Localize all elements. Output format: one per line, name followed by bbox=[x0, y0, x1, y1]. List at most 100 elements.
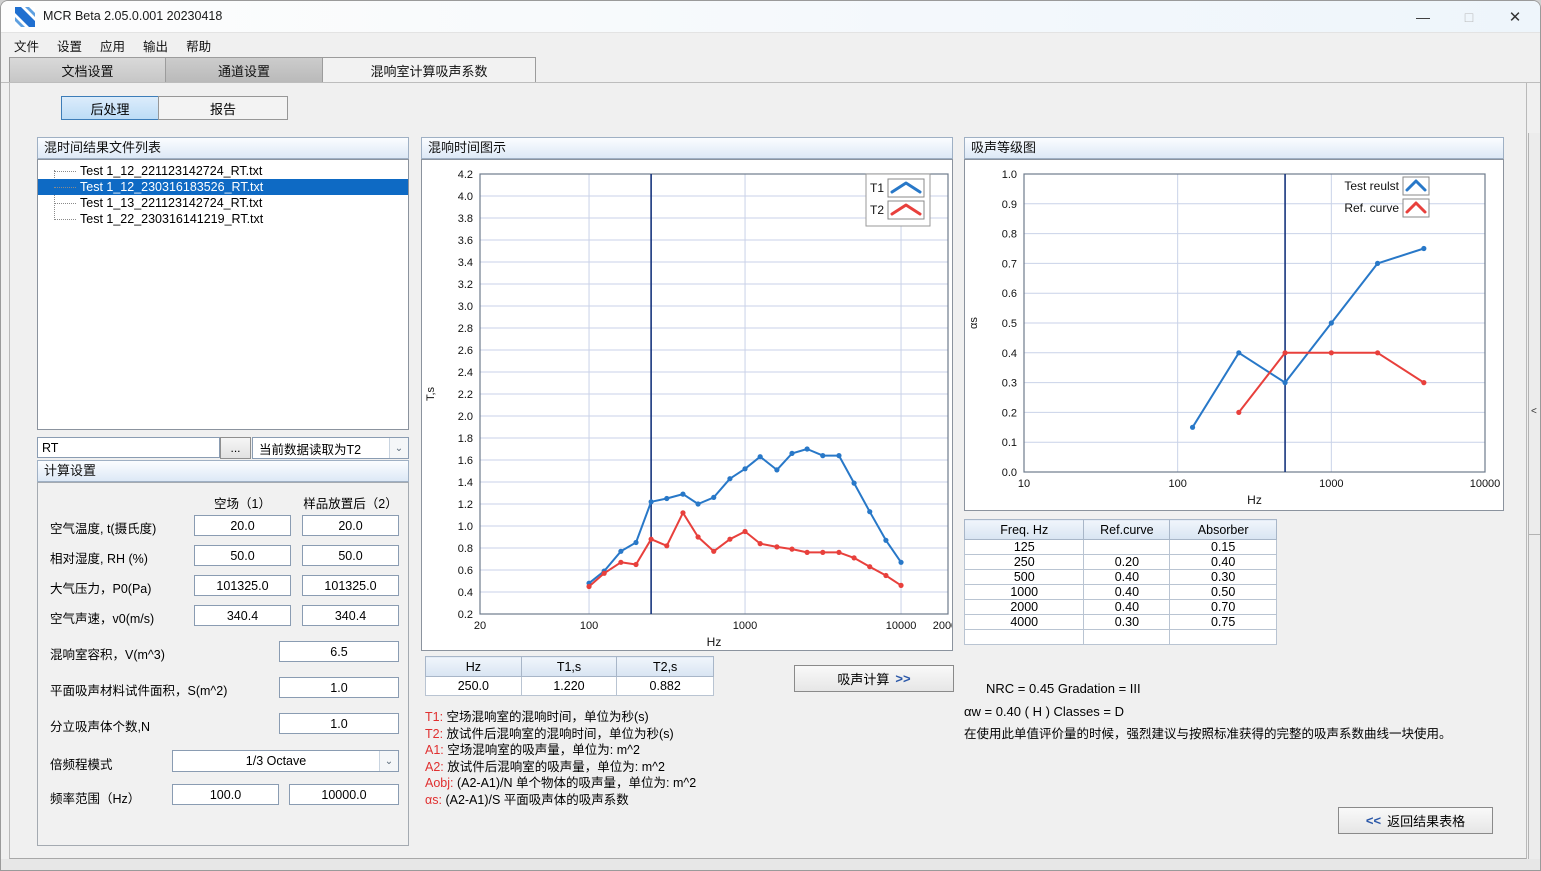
browse-button[interactable]: ... bbox=[220, 437, 251, 459]
close-button[interactable]: ✕ bbox=[1492, 1, 1538, 33]
chevron-down-icon: ⌄ bbox=[379, 751, 398, 771]
svg-text:1.6: 1.6 bbox=[458, 455, 473, 467]
chevron-down-icon: ⌄ bbox=[389, 438, 408, 458]
table-row[interactable]: 40000.300.75 bbox=[965, 615, 1277, 630]
svg-text:0.3: 0.3 bbox=[1002, 378, 1017, 390]
menu-application[interactable]: 应用 bbox=[91, 33, 134, 58]
svg-text:2.6: 2.6 bbox=[458, 345, 473, 357]
main-tabs: 文档设置通道设置混响室计算吸声系数 bbox=[9, 57, 536, 83]
svg-text:20000: 20000 bbox=[933, 620, 952, 632]
svg-text:4.2: 4.2 bbox=[458, 169, 473, 181]
table-cell: 0.40 bbox=[1084, 600, 1170, 615]
calc-input-empty-room[interactable] bbox=[194, 545, 291, 566]
side-panel-strip: < bbox=[1528, 133, 1541, 859]
calc-row-label: 分立吸声体个数,N bbox=[50, 716, 150, 735]
svg-text:T1: T1 bbox=[870, 181, 884, 195]
menu-file[interactable]: 文件 bbox=[5, 33, 48, 58]
svg-text:Test reulst: Test reulst bbox=[1344, 179, 1399, 193]
svg-text:10000: 10000 bbox=[886, 620, 917, 632]
calc-input-with-sample[interactable] bbox=[302, 515, 399, 536]
app-window: MCR Beta 2.05.0.001 20230418 — □ ✕ 文件设置应… bbox=[0, 0, 1541, 871]
svg-text:1.0: 1.0 bbox=[1002, 169, 1017, 181]
table-row[interactable]: 20000.400.70 bbox=[965, 600, 1277, 615]
calc-settings-header: 计算设置 bbox=[37, 460, 409, 482]
svg-text:Hz: Hz bbox=[707, 635, 722, 649]
svg-text:0.4: 0.4 bbox=[458, 587, 473, 599]
note-key: αs: bbox=[425, 793, 445, 807]
app-logo-icon bbox=[15, 7, 35, 27]
svg-text:3.6: 3.6 bbox=[458, 235, 473, 247]
tab-channel-settings[interactable]: 通道设置 bbox=[166, 57, 323, 83]
calc-input-with-sample[interactable] bbox=[302, 545, 399, 566]
freq-min-input[interactable] bbox=[172, 784, 279, 805]
table-cell bbox=[1084, 630, 1170, 645]
calc-input-empty-room[interactable] bbox=[194, 575, 291, 596]
table-row[interactable]: 10000.400.50 bbox=[965, 585, 1277, 600]
window-bottom-edge bbox=[1, 859, 1541, 871]
table-row[interactable]: 2500.200.40 bbox=[965, 555, 1277, 570]
file-list-item[interactable]: Test 1_12_230316183526_RT.txt bbox=[38, 179, 408, 195]
rt-chart[interactable]: 0.20.40.60.81.01.21.41.61.82.02.22.42.62… bbox=[422, 160, 952, 650]
table-row[interactable] bbox=[965, 630, 1277, 645]
svg-text:4.0: 4.0 bbox=[458, 191, 473, 203]
note-text: (A2-A1)/S 平面吸声体的吸声系数 bbox=[445, 793, 628, 807]
svg-text:1.4: 1.4 bbox=[458, 477, 473, 489]
absorption-calc-button[interactable]: 吸声计算 >> bbox=[794, 665, 954, 692]
data-read-combo[interactable]: 当前数据读取为T2 ⌄ bbox=[252, 437, 409, 459]
calc-input-single[interactable] bbox=[279, 677, 399, 698]
file-list-item[interactable]: Test 1_13_221123142724_RT.txt bbox=[38, 195, 408, 211]
svg-text:0.6: 0.6 bbox=[458, 565, 473, 577]
tab-document-settings[interactable]: 文档设置 bbox=[9, 57, 166, 83]
table-cell: 0.30 bbox=[1170, 570, 1277, 585]
tab-postprocess[interactable]: 后处理 bbox=[61, 96, 159, 120]
svg-text:2.0: 2.0 bbox=[458, 411, 473, 423]
svg-text:0.2: 0.2 bbox=[1002, 407, 1017, 419]
svg-text:2.8: 2.8 bbox=[458, 323, 473, 335]
calc-input-single[interactable] bbox=[279, 641, 399, 662]
grade-chart[interactable]: 0.00.10.20.30.40.50.60.70.80.91.01010010… bbox=[965, 160, 1503, 510]
table-row[interactable]: 1250.15 bbox=[965, 540, 1277, 555]
calc-row-label: 混响室容积，V(m^3) bbox=[50, 644, 165, 663]
svg-text:10: 10 bbox=[1018, 478, 1030, 490]
calc-row-label: 大气压力，P0(Pa) bbox=[50, 578, 151, 597]
minimize-button[interactable]: — bbox=[1400, 1, 1446, 33]
calc-input-with-sample[interactable] bbox=[302, 575, 399, 596]
column-header: T2,s bbox=[617, 657, 714, 677]
svg-text:αs: αs bbox=[968, 317, 980, 329]
data-read-combo-value: 当前数据读取为T2 bbox=[253, 439, 389, 458]
table-cell: 0.40 bbox=[1170, 555, 1277, 570]
table-cell: 1000 bbox=[965, 585, 1084, 600]
octave-mode-combo[interactable]: 1/3 Octave ⌄ bbox=[172, 750, 399, 772]
svg-text:1000: 1000 bbox=[1319, 478, 1343, 490]
calc-input-with-sample[interactable] bbox=[302, 605, 399, 626]
menu-settings[interactable]: 设置 bbox=[48, 33, 91, 58]
table-cell bbox=[965, 630, 1084, 645]
svg-text:0.0: 0.0 bbox=[1002, 467, 1017, 479]
menu-help[interactable]: 帮助 bbox=[177, 33, 220, 58]
tab-reverb-absorption[interactable]: 混响室计算吸声系数 bbox=[323, 57, 536, 83]
octave-mode-label: 倍频程模式 bbox=[50, 754, 113, 773]
menu-output[interactable]: 输出 bbox=[134, 33, 177, 58]
table-row[interactable]: 250.01.2200.882 bbox=[426, 677, 714, 696]
svg-text:Ref. curve: Ref. curve bbox=[1344, 201, 1399, 215]
table-cell: 0.75 bbox=[1170, 615, 1277, 630]
calc-input-empty-room[interactable] bbox=[194, 605, 291, 626]
maximize-button[interactable]: □ bbox=[1446, 1, 1492, 33]
svg-text:0.7: 0.7 bbox=[1002, 258, 1017, 270]
expand-panel-arrow[interactable]: < bbox=[1531, 406, 1537, 417]
nrc-result: NRC = 0.45 Gradation = III bbox=[986, 681, 1141, 696]
rt-suffix-input[interactable] bbox=[37, 437, 220, 458]
freq-max-input[interactable] bbox=[289, 784, 399, 805]
table-row[interactable]: 5000.400.30 bbox=[965, 570, 1277, 585]
table-cell: 0.30 bbox=[1084, 615, 1170, 630]
calc-input-empty-room[interactable] bbox=[194, 515, 291, 536]
svg-text:3.8: 3.8 bbox=[458, 213, 473, 225]
tab-report[interactable]: 报告 bbox=[158, 96, 288, 120]
file-list-item[interactable]: Test 1_12_221123142724_RT.txt bbox=[38, 163, 408, 179]
back-to-results-button[interactable]: << 返回结果表格 bbox=[1338, 807, 1493, 834]
svg-text:2.2: 2.2 bbox=[458, 389, 473, 401]
svg-text:0.2: 0.2 bbox=[458, 609, 473, 621]
calc-input-single[interactable] bbox=[279, 713, 399, 734]
file-list-item[interactable]: Test 1_22_230316141219_RT.txt bbox=[38, 211, 408, 227]
usage-note: 在使用此单值评价量的时候，强烈建议与按照标准获得的完整的吸声系数曲线一块使用。 bbox=[964, 723, 1452, 742]
